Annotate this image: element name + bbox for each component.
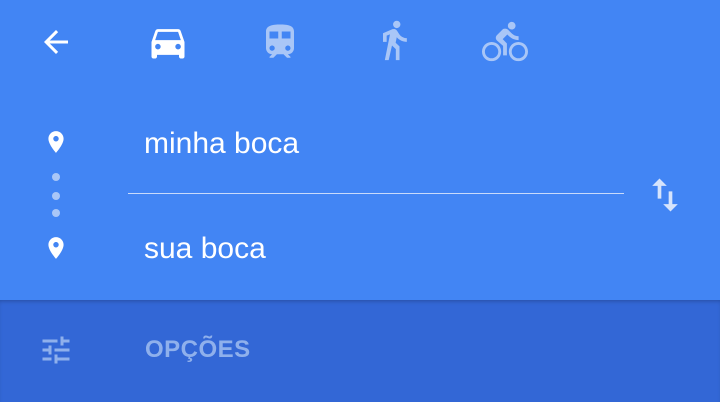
travel-mode-driving[interactable] bbox=[138, 14, 198, 70]
swap-vertical-icon bbox=[652, 178, 678, 212]
destination-pin-icon bbox=[42, 230, 70, 266]
train-icon bbox=[266, 24, 294, 58]
swap-button[interactable] bbox=[640, 170, 690, 220]
options-label[interactable]: OPÇÕES bbox=[145, 336, 251, 364]
bike-icon bbox=[482, 21, 528, 62]
destination-field[interactable]: sua boca bbox=[144, 231, 266, 267]
origin-field[interactable]: minha boca bbox=[144, 126, 299, 162]
directions-header: minha boca sua boca bbox=[0, 0, 720, 300]
travel-mode-transit[interactable] bbox=[252, 14, 308, 70]
walk-icon bbox=[383, 20, 407, 61]
options-button[interactable] bbox=[36, 330, 76, 370]
origin-pin-icon bbox=[42, 124, 70, 160]
travel-mode-cycling[interactable] bbox=[474, 14, 536, 70]
travel-mode-walking[interactable] bbox=[366, 12, 422, 68]
route-dots bbox=[50, 173, 62, 219]
fields-divider bbox=[128, 193, 624, 194]
tune-sliders-icon bbox=[42, 336, 70, 364]
directions-panel: minha boca sua boca OPÇÕES bbox=[0, 0, 720, 402]
car-icon bbox=[151, 29, 185, 59]
options-bar: OPÇÕES bbox=[0, 300, 720, 402]
arrow-back-icon bbox=[44, 30, 68, 54]
back-button[interactable] bbox=[28, 18, 84, 66]
